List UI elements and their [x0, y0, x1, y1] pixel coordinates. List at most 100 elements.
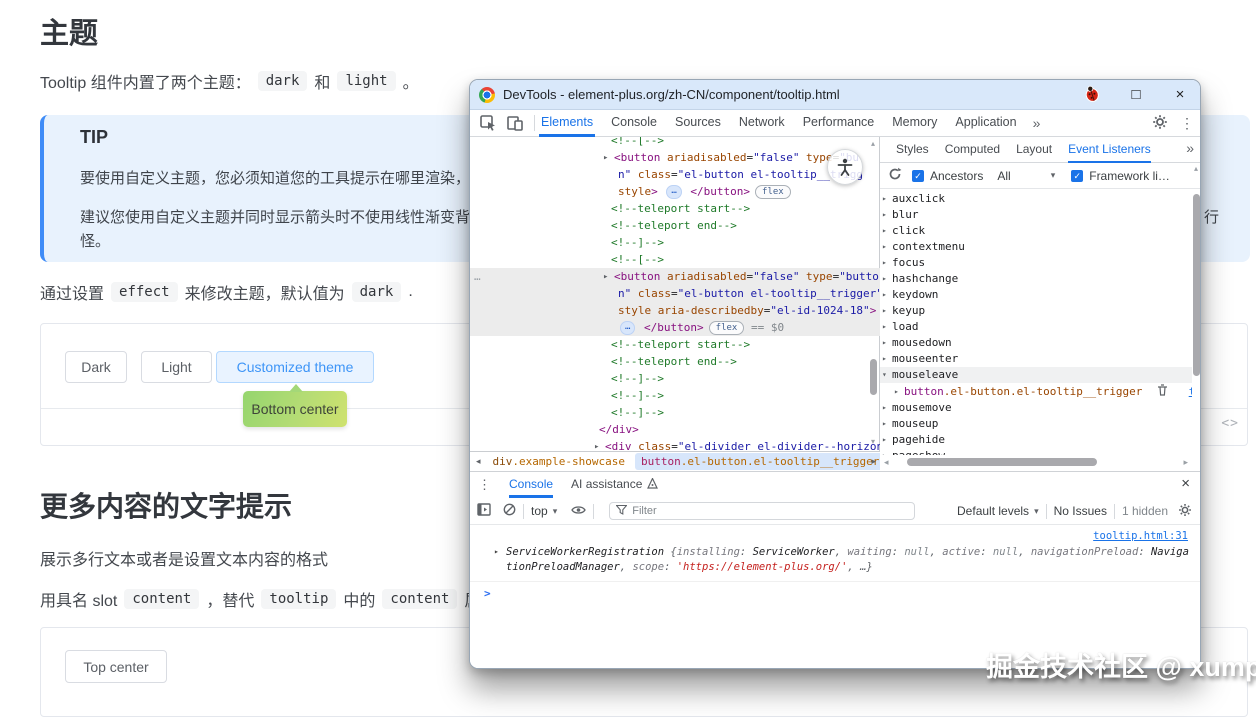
scroll-left-icon[interactable]: ◂ [884, 457, 889, 468]
hidden-messages-count[interactable]: 1 hidden [1122, 504, 1168, 518]
sidebar-more-tabs-icon[interactable]: » [1186, 140, 1194, 156]
event-listener-focus[interactable]: ▸focus [880, 255, 1192, 271]
event-listener-mousedown[interactable]: ▸mousedown [880, 335, 1192, 351]
flex-badge[interactable]: flex [709, 321, 745, 335]
default-levels-select[interactable]: Default levels [957, 504, 1029, 518]
elements-code-line[interactable]: <!--]--> [470, 404, 880, 421]
disclosure-arrow-icon[interactable]: ▸ [894, 383, 899, 400]
tab-layout[interactable]: Layout [1016, 137, 1052, 163]
event-listener-blur[interactable]: ▸blur [880, 207, 1192, 223]
tab-network[interactable]: Network [737, 110, 787, 137]
sidebar-scrollbar[interactable]: ▴ [1190, 164, 1201, 456]
elements-code-line[interactable]: <!--]--> [470, 370, 880, 387]
event-listener-mouseleave[interactable]: ▾mouseleave [880, 367, 1192, 383]
flex-badge[interactable]: flex [755, 185, 791, 199]
event-listener-contextmenu[interactable]: ▸contextmenu [880, 239, 1192, 255]
listener-scope-select[interactable]: All [997, 169, 1010, 183]
event-listener-mouseup[interactable]: ▸mouseup [880, 416, 1192, 432]
event-listener-auxclick[interactable]: ▸auxclick [880, 191, 1192, 207]
select-dropdown-icon[interactable]: ▾ [1051, 170, 1056, 181]
remove-listener-trash-icon[interactable] [1157, 386, 1175, 399]
elements-code-line[interactable]: ▸<div class="el-divider el-divider--hori… [470, 438, 880, 451]
elements-code-line[interactable]: <!--[--> [470, 251, 880, 268]
elements-code-line[interactable]: n" class="el-button el-tooltip__trigg [470, 166, 880, 183]
disclosure-arrow-icon[interactable]: ▸ [882, 223, 887, 239]
devtools-menu-icon[interactable]: ⋮ [1180, 115, 1194, 132]
ancestors-checkbox[interactable]: ✓ [912, 170, 924, 182]
scrollbar-thumb[interactable] [870, 359, 877, 395]
tab-performance[interactable]: Performance [801, 110, 877, 137]
dark-button[interactable]: Dark [65, 351, 127, 383]
maximize-button[interactable]: □ [1127, 86, 1145, 103]
settings-gear-icon[interactable] [1152, 114, 1168, 133]
scroll-up-icon[interactable]: ▴ [1190, 164, 1201, 173]
view-source-icon[interactable]: <> [1221, 416, 1239, 431]
light-button[interactable]: Light [141, 351, 212, 383]
elements-code-line[interactable]: <!--teleport start--> [470, 336, 880, 353]
event-listener-hashchange[interactable]: ▸hashchange [880, 271, 1192, 287]
close-window-button[interactable]: × [1171, 86, 1189, 103]
event-listener-keydown[interactable]: ▸keydown [880, 287, 1192, 303]
disclosure-arrow-icon[interactable]: ▸ [882, 319, 887, 335]
tab-application[interactable]: Application [953, 110, 1018, 137]
elements-code-line[interactable]: <!--teleport end--> [470, 217, 880, 234]
source-link[interactable]: tooltip.html:31 [1093, 530, 1188, 542]
levels-dropdown-icon[interactable]: ▾ [1034, 506, 1039, 517]
top-center-button[interactable]: Top center [65, 650, 167, 683]
collapsed-content-icon[interactable]: … [620, 321, 635, 335]
collapsed-content-icon[interactable]: … [666, 185, 681, 199]
listener-node-tag[interactable]: button [904, 385, 944, 398]
inspect-element-icon[interactable] [479, 114, 497, 132]
disclosure-arrow-icon[interactable]: ▸ [882, 287, 887, 303]
event-listener-mouseenter[interactable]: ▸mouseenter [880, 351, 1192, 367]
tab-computed[interactable]: Computed [945, 137, 1000, 163]
disclosure-arrow-icon[interactable]: ▸ [594, 439, 599, 451]
event-listener-click[interactable]: ▸click [880, 223, 1192, 239]
disclosure-arrow-icon[interactable]: ▸ [603, 150, 608, 167]
tab-elements[interactable]: Elements [539, 110, 595, 137]
disclosure-arrow-icon[interactable]: ▸ [882, 335, 887, 351]
dom-tree[interactable]: <!--[--> ▸<button ariadisabled="false" ty… [470, 137, 880, 451]
breadcrumb-prev-icon[interactable]: ◂ [470, 456, 487, 467]
listener-node-classes[interactable]: .el-button.el-tooltip__trigger [944, 385, 1143, 398]
event-listener-load[interactable]: ▸load [880, 319, 1192, 335]
close-drawer-icon[interactable]: × [1181, 475, 1190, 492]
event-listener-pageshow[interactable]: ▸pageshow [880, 448, 1192, 455]
scroll-right-icon[interactable]: ▸ [1183, 457, 1188, 468]
disclosure-arrow-icon[interactable]: ▸ [882, 400, 887, 416]
elements-code-line[interactable]: <!--teleport end--> [470, 353, 880, 370]
framework-checkbox[interactable]: ✓ [1071, 170, 1083, 182]
event-listener-mousemove[interactable]: ▸mousemove [880, 400, 1192, 416]
context-dropdown-icon[interactable]: ▾ [553, 506, 558, 517]
context-selector[interactable]: top [531, 504, 548, 518]
elements-code-line[interactable]: <!--]--> [470, 387, 880, 404]
breadcrumb-button[interactable]: button.el-button.el-tooltip__trigger [635, 453, 880, 470]
console-settings-gear-icon[interactable] [1178, 503, 1192, 520]
filter-input[interactable] [632, 505, 908, 517]
scroll-down-icon[interactable]: ▾ [867, 437, 879, 446]
live-expression-eye-icon[interactable] [571, 504, 586, 519]
elements-code-line[interactable]: …▸<button ariadisabled="false" type="but… [470, 268, 880, 285]
drawer-menu-icon[interactable]: ⋮ [478, 477, 491, 493]
disclosure-arrow-icon[interactable]: ▸ [882, 432, 887, 448]
refresh-icon[interactable] [888, 167, 902, 184]
tab-event-listeners[interactable]: Event Listeners [1068, 137, 1151, 163]
tab-styles[interactable]: Styles [896, 137, 929, 163]
disclosure-arrow-icon[interactable]: ▸ [882, 448, 887, 455]
elements-code-line[interactable]: </div> [470, 421, 880, 438]
elements-code-line[interactable]: <!--teleport start--> [470, 200, 880, 217]
tab-console[interactable]: Console [609, 110, 659, 137]
console-sidebar-toggle-icon[interactable] [477, 503, 491, 519]
customized-theme-button[interactable]: Customized theme [216, 351, 374, 383]
console-filter[interactable] [609, 502, 915, 520]
console-message[interactable]: tooltip.html:31 ▸ ServiceWorkerRegistrat… [470, 525, 1200, 582]
breadcrumb-next-icon[interactable]: ▸ [871, 456, 876, 467]
elements-code-line[interactable]: ▸<button ariadisabled="false" type="bu [470, 149, 880, 166]
disclosure-arrow-icon[interactable]: ▸ [882, 271, 887, 287]
disclosure-arrow-icon[interactable]: ▸ [882, 239, 887, 255]
event-listener-detail-row[interactable]: ▸ button.el-button.el-tooltip__trigger t… [880, 383, 1192, 400]
scroll-up-icon[interactable]: ▴ [867, 139, 879, 148]
disclosure-arrow-icon[interactable]: ▸ [882, 351, 887, 367]
disclosure-arrow-icon[interactable]: ▸ [882, 207, 887, 223]
elements-code-line[interactable]: <!--]--> [470, 234, 880, 251]
